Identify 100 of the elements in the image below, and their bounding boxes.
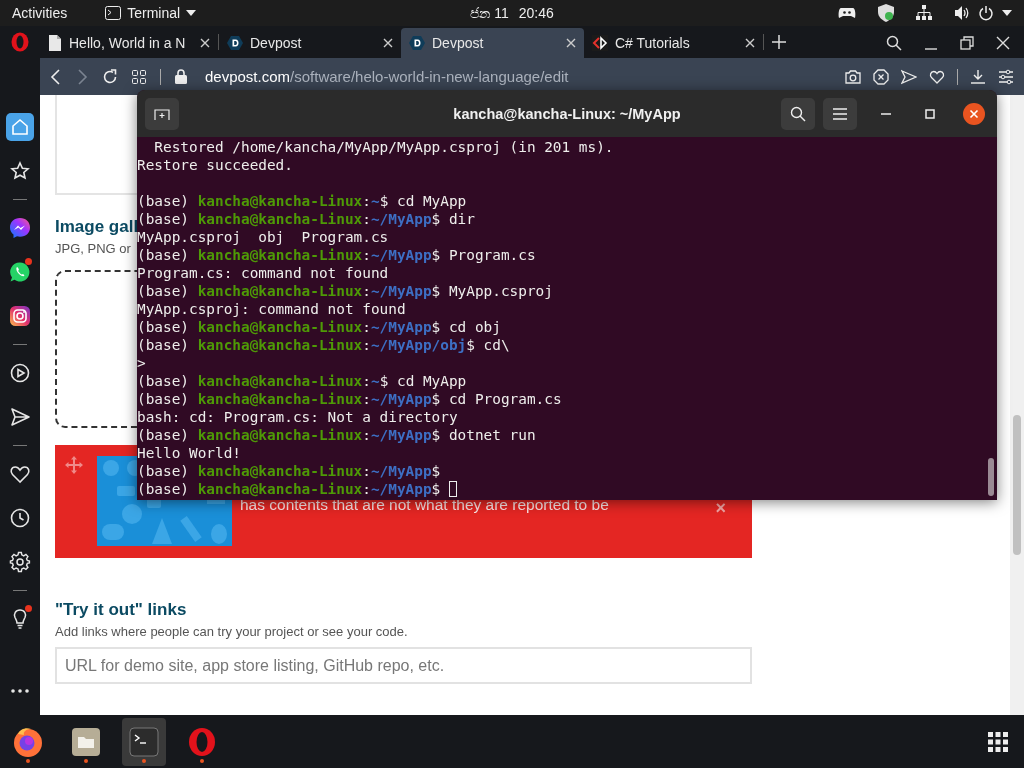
terminal-output-line: Restored /home/kancha/MyApp/MyApp.csproj (in 201 ms). <box>153 138 615 156</box>
volume-icon[interactable] <box>954 5 970 21</box>
app-grid-icon[interactable] <box>988 731 1008 752</box>
opera-icon[interactable] <box>187 726 217 757</box>
browser-tab[interactable]: Devpost <box>401 28 584 58</box>
shell-prompt: (base) kancha@kancha-Linux:~/MyApp$ <box>137 210 441 228</box>
window-title: kancha@kancha-Linux: ~/MyApp <box>453 105 681 122</box>
shell-prompt: (base) kancha@kancha-Linux:~/MyApp$ <box>137 282 441 300</box>
terminal-command: cd\ <box>482 336 510 354</box>
section-hint: Add links where people can try your project or see your code. <box>55 624 408 639</box>
search-button[interactable] <box>781 97 815 130</box>
firefox-icon[interactable] <box>12 725 44 758</box>
restore-icon[interactable] <box>960 36 974 50</box>
browser-tab[interactable]: Devpost <box>219 28 401 58</box>
browser-tab[interactable]: C# Tutorials <box>584 28 763 58</box>
section-hint: JPG, PNG or <box>55 241 131 256</box>
new-tab-button[interactable] <box>145 97 179 130</box>
menu-button[interactable] <box>823 97 857 130</box>
heart-icon[interactable] <box>929 68 945 85</box>
back-icon[interactable] <box>50 68 62 85</box>
terminal-output-line: MyApp.csproj: command not found <box>137 300 407 318</box>
scrollbar-thumb[interactable] <box>1013 415 1021 555</box>
shell-prompt: (base) kancha@kancha-Linux:~/MyApp/obj$ <box>137 336 475 354</box>
activities-button[interactable]: Activities <box>12 5 68 21</box>
app-menu[interactable]: Terminal <box>105 5 197 21</box>
whatsapp-icon[interactable] <box>9 261 31 283</box>
shell-prompt: (base) kancha@kancha-Linux:~/MyApp$ <box>137 318 441 336</box>
plus-icon <box>772 35 786 49</box>
terminal-command: cd MyApp <box>395 372 467 390</box>
terminal-command: cd obj <box>447 318 501 336</box>
scrollbar-thumb[interactable] <box>988 458 994 496</box>
shield-icon[interactable] <box>878 4 894 22</box>
code-logo-icon <box>592 35 608 51</box>
settings-icon[interactable] <box>9 551 31 573</box>
close-icon[interactable] <box>996 36 1010 50</box>
shell-prompt: (base) kancha@kancha-Linux:~/MyApp$ <box>137 462 441 480</box>
minimize-icon <box>881 112 891 115</box>
shell-prompt: (base) kancha@kancha-Linux:~/MyApp$ <box>137 390 441 408</box>
shell-prompt: (base) kancha@kancha-Linux:~$ <box>137 192 389 210</box>
heart-icon[interactable] <box>9 463 31 485</box>
close-icon <box>963 102 985 125</box>
lock-icon <box>175 69 187 84</box>
terminal-output-line: Restore succeeded. <box>137 156 294 174</box>
section-heading: "Try it out" links <box>55 600 187 620</box>
search-icon <box>790 105 806 122</box>
download-icon[interactable] <box>970 68 986 85</box>
shell-prompt: (base) kancha@kancha-Linux:~/MyApp$ <box>137 426 441 444</box>
tabs-grid-icon[interactable] <box>132 69 146 84</box>
messenger-icon[interactable] <box>9 217 31 239</box>
date-label[interactable]: ජන 11 <box>470 4 509 22</box>
easy-setup-icon[interactable] <box>998 68 1014 85</box>
terminal-output-line: bash: cd: Program.cs: Not a directory <box>137 408 459 426</box>
send-icon[interactable] <box>9 406 31 428</box>
devpost-logo-icon <box>409 35 425 51</box>
browser-tab[interactable]: Hello, World in a N <box>40 28 218 58</box>
terminal-command: cd MyApp <box>395 192 467 210</box>
network-icon[interactable] <box>916 5 932 21</box>
error-message: has contents that are not what they are reported to be <box>240 496 610 514</box>
opera-logo-icon[interactable] <box>11 32 29 52</box>
address-field[interactable]: devpost.com/software/helo-world-in-new-language/edit <box>205 68 569 85</box>
search-icon[interactable] <box>886 35 902 51</box>
new-tab-icon <box>154 106 170 121</box>
play-circle-icon[interactable] <box>9 362 31 384</box>
terminal-app-icon <box>105 6 122 20</box>
close-icon[interactable] <box>383 38 393 48</box>
caret-icon[interactable] <box>1002 10 1012 16</box>
instagram-icon[interactable] <box>9 305 31 327</box>
shell-prompt: (base) kancha@kancha-Linux:~/MyApp$ <box>137 480 441 498</box>
menu-icon <box>833 107 847 120</box>
close-icon[interactable] <box>745 38 755 48</box>
terminal-command: dir <box>447 210 475 228</box>
maximize-icon <box>925 108 935 119</box>
close-icon[interactable] <box>566 38 576 48</box>
send-icon[interactable] <box>901 68 917 85</box>
star-icon[interactable] <box>9 160 31 182</box>
clock-icon[interactable] <box>9 507 31 529</box>
files-icon[interactable] <box>71 726 101 757</box>
time-label[interactable]: 20:46 <box>518 5 554 21</box>
devpost-logo-icon <box>227 35 243 51</box>
document-icon <box>48 35 62 51</box>
terminal-command: MyApp.csproj <box>447 282 553 300</box>
close-icon[interactable] <box>200 38 210 48</box>
terminal-output-line: MyApp.csproj obj Program.cs <box>137 228 390 246</box>
home-icon[interactable] <box>9 116 31 138</box>
shell-prompt: (base) kancha@kancha-Linux:~$ <box>137 372 389 390</box>
terminal-output-line: Hello World! <box>137 444 242 462</box>
terminal-icon[interactable] <box>129 726 159 757</box>
game-controller-icon[interactable] <box>838 6 856 20</box>
reload-icon[interactable] <box>102 68 118 85</box>
power-icon[interactable] <box>978 5 994 21</box>
shell-prompt: (base) kancha@kancha-Linux:~/MyApp$ <box>137 246 441 264</box>
terminal-output-line: > <box>137 354 147 372</box>
forward-icon[interactable] <box>76 68 88 85</box>
terminal-command: dotnet run <box>447 426 536 444</box>
camera-icon[interactable] <box>845 69 861 84</box>
terminal-command: Program.cs <box>447 246 536 264</box>
url-input-field[interactable]: URL for demo site, app store listing, GitHub repo, etc. <box>55 647 752 684</box>
terminal-command: cd Program.cs <box>447 390 562 408</box>
terminal-output-line: Program.cs: command not found <box>137 264 390 282</box>
ad-block-icon[interactable] <box>873 68 889 85</box>
